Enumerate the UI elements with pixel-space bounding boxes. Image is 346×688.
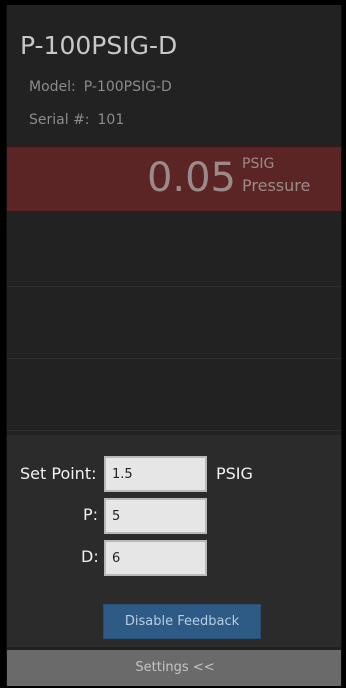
- model-row: Model: P-100PSIG-D: [29, 78, 172, 96]
- d-label: D:: [81, 547, 99, 566]
- empty-channel-slot: [7, 215, 341, 287]
- control-section: Set Point: PSIG P: D: Disable Feedback: [7, 435, 341, 647]
- pressure-readout: 0.05 PSIG Pressure: [7, 146, 341, 212]
- pressure-value: 0.05: [146, 155, 236, 201]
- device-panel: P-100PSIG-D Model: P-100PSIG-D Serial #: 1…: [6, 5, 342, 686]
- model-value: P-100PSIG-D: [83, 79, 172, 95]
- empty-channel-slot: [7, 287, 341, 359]
- setpoint-unit: PSIG: [216, 464, 253, 483]
- pressure-unit: PSIG: [242, 156, 275, 172]
- model-label: Model:: [29, 79, 76, 95]
- serial-value: 101: [97, 112, 125, 128]
- empty-channel-slot: [7, 359, 341, 431]
- serial-row: Serial #: 101: [29, 111, 124, 129]
- pressure-label: Pressure: [242, 176, 311, 195]
- settings-toggle[interactable]: Settings <<: [7, 650, 341, 686]
- device-title: P-100PSIG-D: [20, 31, 178, 60]
- setpoint-label: Set Point:: [20, 464, 97, 483]
- p-label: P:: [83, 505, 99, 524]
- d-gain-input[interactable]: [104, 540, 207, 576]
- p-gain-input[interactable]: [104, 498, 207, 534]
- serial-label: Serial #:: [29, 112, 90, 128]
- setpoint-input[interactable]: [104, 456, 207, 492]
- disable-feedback-button[interactable]: Disable Feedback: [103, 604, 261, 639]
